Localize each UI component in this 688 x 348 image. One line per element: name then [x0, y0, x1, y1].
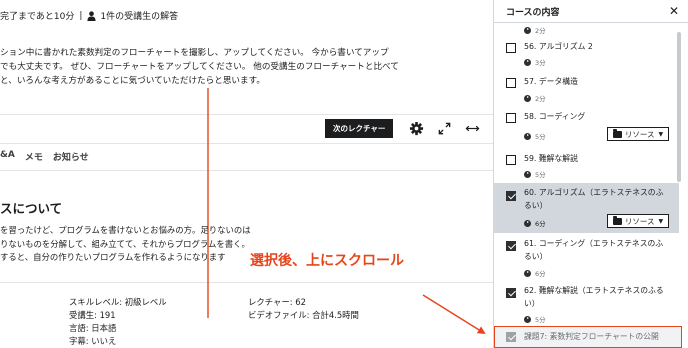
- assignment-title: 課題7: 素数判定フローチャートの公開: [524, 332, 659, 341]
- item-title: 60. アルゴリズム（エラトステネスのふ るい）: [524, 188, 664, 210]
- divider: [0, 170, 493, 171]
- play-icon: [524, 315, 531, 323]
- curriculum-item[interactable]: 2分: [494, 23, 679, 37]
- item-title: 57. データ構造: [524, 77, 578, 86]
- description-line: ション中に書かれた素数判定のフローチャートを撮影し、アップしてください。 今から…: [0, 48, 389, 58]
- scroll-annotation: 選択後、上にスクロール: [250, 253, 404, 269]
- item-duration: 6分: [524, 218, 546, 228]
- about-line: を習ったけど、プログラムを書けないとお悩みの方。足りないのは: [0, 225, 251, 235]
- item-title: 56. アルゴリズム 2: [524, 42, 593, 51]
- curriculum-item[interactable]: 57. データ構造 2分: [494, 71, 679, 105]
- tab-announcements[interactable]: お知らせ: [53, 150, 89, 163]
- resources-dropdown[interactable]: リソース ▼: [607, 214, 669, 228]
- curriculum-item[interactable]: 58. コーディング 5分 リソース ▼: [494, 106, 679, 148]
- completion-checkbox[interactable]: [506, 78, 516, 88]
- divider: [0, 282, 493, 283]
- item-duration: 2分: [524, 93, 546, 103]
- play-icon: [524, 269, 531, 277]
- tab-qa[interactable]: &A: [0, 150, 15, 163]
- curriculum-item[interactable]: 62. 難解な解説（エラトステネスのふる い） 5分: [494, 281, 679, 325]
- scroll-thumb[interactable]: [677, 32, 681, 182]
- play-icon: [524, 58, 531, 66]
- folder-icon: [612, 216, 622, 225]
- divider: [0, 114, 493, 115]
- sidebar-scrollbar[interactable]: [676, 24, 682, 324]
- student-answers-link[interactable]: 1件の受講生の解答: [100, 9, 178, 22]
- completion-checkbox[interactable]: [506, 191, 516, 201]
- play-icon: [524, 219, 531, 227]
- completion-checkbox[interactable]: [506, 241, 516, 251]
- completion-checkbox[interactable]: [506, 155, 516, 165]
- description-line: でも大丈夫です。 ぜひ、フローチャートをアップしてください。 他の受講生のフロー…: [0, 62, 399, 72]
- item-duration: 3分: [524, 57, 546, 67]
- lecture-tabs: &A メモ お知らせ: [0, 150, 89, 163]
- curriculum-item[interactable]: 59. 難解な解説 5分: [494, 149, 679, 183]
- curriculum-item-active[interactable]: 60. アルゴリズム（エラトステネスのふ るい） 6分 リソース ▼: [494, 183, 679, 233]
- item-duration: 5分: [524, 131, 546, 141]
- play-icon: [524, 132, 531, 140]
- close-icon[interactable]: ✕: [669, 4, 679, 18]
- divider: [0, 143, 493, 144]
- item-duration: 2分: [524, 25, 546, 35]
- about-course-heading: スについて: [0, 201, 63, 216]
- skill-level: スキルレベル: 初級レベル: [69, 297, 167, 307]
- description-line: と、いろんな考え方があることに気づいていただけたらと思います。: [0, 76, 265, 86]
- item-title: 61. コーディング（エラトステネスのふ るい）: [524, 239, 664, 261]
- student-count: 受講生: 191: [69, 310, 116, 320]
- completion-checkbox[interactable]: [506, 332, 516, 342]
- completion-checkbox[interactable]: [506, 43, 516, 53]
- chevron-down-icon: ▼: [658, 217, 664, 225]
- separator: |: [79, 10, 83, 21]
- play-icon: [524, 94, 531, 102]
- person-icon: [87, 10, 96, 21]
- progress-line: 完了まであと10分 | 1件の受講生の解答: [0, 9, 178, 23]
- assignment-item[interactable]: 課題7: 素数判定フローチャートの公開: [494, 326, 682, 348]
- subtitles: 字幕: いいえ: [69, 336, 117, 346]
- item-duration: 6分: [524, 268, 546, 278]
- assignment-description: ション中に書かれた素数判定のフローチャートを撮影し、アップしてください。 今から…: [0, 46, 430, 88]
- time-remaining: 完了まであと10分: [0, 12, 75, 22]
- language: 言語: 日本語: [69, 323, 117, 333]
- about-course-text: を習ったけど、プログラムを書けないとお悩みの方。足りないのは りないものを分解し…: [0, 224, 251, 265]
- about-line: すると、自分の作りたいプログラムを作れるようになります: [0, 252, 226, 262]
- item-title: 62. 難解な解説（エラトステネスのふる い）: [524, 286, 664, 308]
- completion-checkbox[interactable]: [506, 288, 516, 298]
- video-length: ビデオファイル: 合計4.5時間: [248, 310, 359, 320]
- width-toggle-icon[interactable]: [465, 121, 480, 136]
- curriculum-item[interactable]: 56. アルゴリズム 2 3分: [494, 37, 679, 71]
- chevron-down-icon: ▼: [658, 130, 664, 138]
- play-icon: [524, 26, 531, 34]
- item-duration: 5分: [524, 314, 546, 324]
- expand-icon[interactable]: [437, 121, 452, 136]
- completion-checkbox[interactable]: [506, 113, 516, 123]
- course-stats-right: レクチャー: 62 ビデオファイル: 合計4.5時間: [248, 296, 359, 322]
- curriculum-item[interactable]: 61. コーディング（エラトステネスのふ るい） 6分: [494, 234, 679, 280]
- play-icon: [524, 170, 531, 178]
- lecture-main-area: 完了まであと10分 | 1件の受講生の解答 ション中に書かれた素数判定のフローチ…: [0, 0, 493, 348]
- item-duration: 5分: [524, 169, 546, 179]
- resources-dropdown[interactable]: リソース ▼: [607, 127, 669, 141]
- item-title: 59. 難解な解説: [524, 154, 578, 163]
- next-lecture-button[interactable]: 次のレクチャー: [325, 119, 394, 138]
- course-stats-left: スキルレベル: 初級レベル 受講生: 191 言語: 日本語 字幕: いいえ: [69, 296, 167, 348]
- about-line: りないものを分解して、組み立てて、それからプログラムを書く。: [0, 238, 250, 249]
- folder-icon: [612, 129, 622, 138]
- item-title: 58. コーディング: [524, 112, 586, 121]
- course-content-sidebar: コースの内容 ✕ 2分 56. アルゴリズム 2 3分 57. データ構造 2分…: [493, 0, 688, 348]
- sidebar-header: コースの内容 ✕: [494, 0, 688, 23]
- sidebar-title: コースの内容: [506, 7, 560, 18]
- lecture-count: レクチャー: 62: [248, 297, 306, 307]
- gear-icon[interactable]: [409, 121, 424, 136]
- tab-notes[interactable]: メモ: [25, 150, 43, 163]
